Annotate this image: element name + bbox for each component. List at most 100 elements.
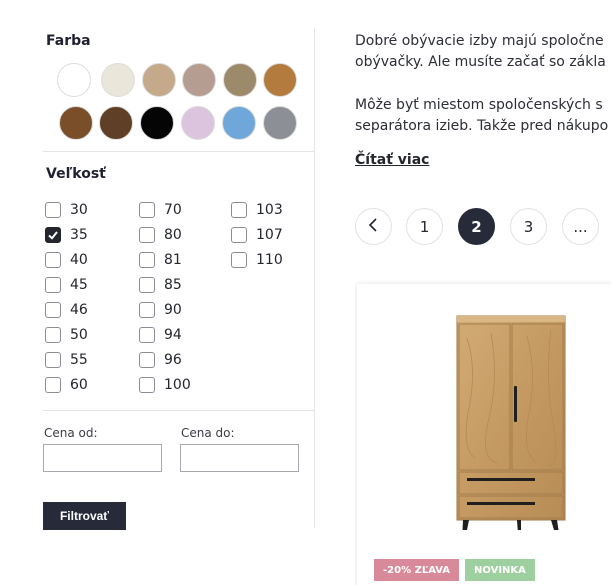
paragraph-line: separátora izieb. Takže pred nákupo [355,118,609,134]
checkbox[interactable] [139,251,155,268]
checkmark-icon [48,230,58,240]
size-option-label: 46 [70,301,88,318]
size-option-label: 40 [70,251,88,268]
size-option-46[interactable]: 46 [45,297,125,322]
checkbox[interactable] [231,201,247,218]
pagination-more[interactable]: ... [562,208,599,245]
size-option-90[interactable]: 90 [139,297,219,322]
checkbox[interactable] [139,276,155,293]
size-option-81[interactable]: 81 [139,247,219,272]
intro-paragraph-2: Môže byť miestom spoločenských s separát… [355,95,611,137]
size-option-70[interactable]: 70 [139,197,219,222]
size-option-107[interactable]: 107 [231,222,311,247]
checkbox[interactable] [45,276,61,293]
checkbox[interactable] [139,376,155,393]
size-option-40[interactable]: 40 [45,247,125,272]
size-option-100[interactable]: 100 [139,372,219,397]
size-option-45[interactable]: 45 [45,272,125,297]
color-swatch-taupe[interactable] [182,63,216,97]
color-filter-title: Farba [46,33,91,49]
read-more-link[interactable]: Čítať viac [355,152,429,168]
checkbox[interactable] [45,251,61,268]
size-option-55[interactable]: 55 [45,347,125,372]
color-swatch-walnut[interactable] [59,106,93,140]
checkbox-checked[interactable] [45,226,61,243]
intro-paragraph-1: Dobré obývacie izby majú spoločne obývač… [355,31,611,73]
color-swatch-sky-blue[interactable] [222,106,256,140]
size-option-110[interactable]: 110 [231,247,311,272]
size-filter-title: Veľkosť [46,166,106,182]
color-swatch-sand[interactable] [142,63,176,97]
size-option-label: 35 [70,226,88,243]
section-divider [43,151,315,152]
checkbox[interactable] [231,251,247,268]
price-from-input[interactable] [43,444,162,472]
price-to-label: Cena do: [181,426,235,440]
size-option-103[interactable]: 103 [231,197,311,222]
checkbox[interactable] [45,376,61,393]
size-option-label: 80 [164,226,182,243]
paragraph-line: obývačky. Ale musíte začať so zákla [355,54,606,70]
section-divider [43,410,315,411]
pagination-prev-button[interactable] [355,208,392,245]
size-option-94[interactable]: 94 [139,322,219,347]
color-swatch-olive-oak[interactable] [223,63,257,97]
chevron-left-icon [367,217,381,237]
new-badge: NOVINKA [465,559,535,581]
size-option-label: 90 [164,301,182,318]
pagination-page-2-current[interactable]: 2 [458,208,495,245]
wardrobe-icon[interactable] [447,298,577,540]
color-swatch-cream[interactable] [101,63,135,97]
size-column-3: 103 107 110 [231,197,311,272]
checkbox[interactable] [45,351,61,368]
color-swatch-lilac[interactable] [181,106,215,140]
color-swatch-black[interactable] [140,106,174,140]
color-swatch-dark-walnut[interactable] [99,106,133,140]
price-to-input[interactable] [180,444,299,472]
discount-badge: -20% ZĽAVA [374,559,460,581]
checkbox[interactable] [45,326,61,343]
checkbox[interactable] [139,351,155,368]
size-option-60[interactable]: 60 [45,372,125,397]
checkbox[interactable] [45,201,61,218]
main-content: Dobré obývacie izby majú spoločne obývač… [355,0,611,585]
size-option-80[interactable]: 80 [139,222,219,247]
checkbox[interactable] [139,301,155,318]
checkbox[interactable] [139,326,155,343]
color-swatch-honey-oak[interactable] [263,63,297,97]
checkbox[interactable] [45,301,61,318]
size-option-85[interactable]: 85 [139,272,219,297]
size-option-label: 110 [256,251,283,268]
size-option-label: 55 [70,351,88,368]
size-option-label: 81 [164,251,182,268]
size-option-label: 30 [70,201,88,218]
checkbox[interactable] [231,226,247,243]
pagination-page-1[interactable]: 1 [406,208,443,245]
size-option-label: 45 [70,276,88,293]
color-swatch-grey[interactable] [263,106,297,140]
size-option-label: 50 [70,326,88,343]
size-option-30[interactable]: 30 [45,197,125,222]
size-option-35[interactable]: 35 [45,222,125,247]
size-option-50[interactable]: 50 [45,322,125,347]
size-option-96[interactable]: 96 [139,347,219,372]
size-option-label: 103 [256,201,283,218]
product-card[interactable]: -20% ZĽAVA NOVINKA [357,284,611,585]
pagination-page-3[interactable]: 3 [510,208,547,245]
color-swatch-white[interactable] [57,63,91,97]
size-option-label: 60 [70,376,88,393]
size-option-label: 70 [164,201,182,218]
column-divider [314,28,315,528]
size-option-label: 94 [164,326,182,343]
size-option-label: 107 [256,226,283,243]
size-column-2: 70 80 81 85 90 94 96 100 [139,197,219,397]
paragraph-line: Dobré obývacie izby majú spoločne [355,33,604,49]
size-column-1: 30 35 40 45 46 50 55 60 [45,197,125,397]
filter-submit-button[interactable]: Filtrovať [43,502,126,530]
checkbox[interactable] [139,226,155,243]
filter-sidebar: Farba Veľkosť 30 35 40 45 46 50 55 60 70 80 81 85 9… [0,0,316,585]
size-option-label: 100 [164,376,191,393]
size-option-label: 85 [164,276,182,293]
checkbox[interactable] [139,201,155,218]
price-from-label: Cena od: [44,426,98,440]
